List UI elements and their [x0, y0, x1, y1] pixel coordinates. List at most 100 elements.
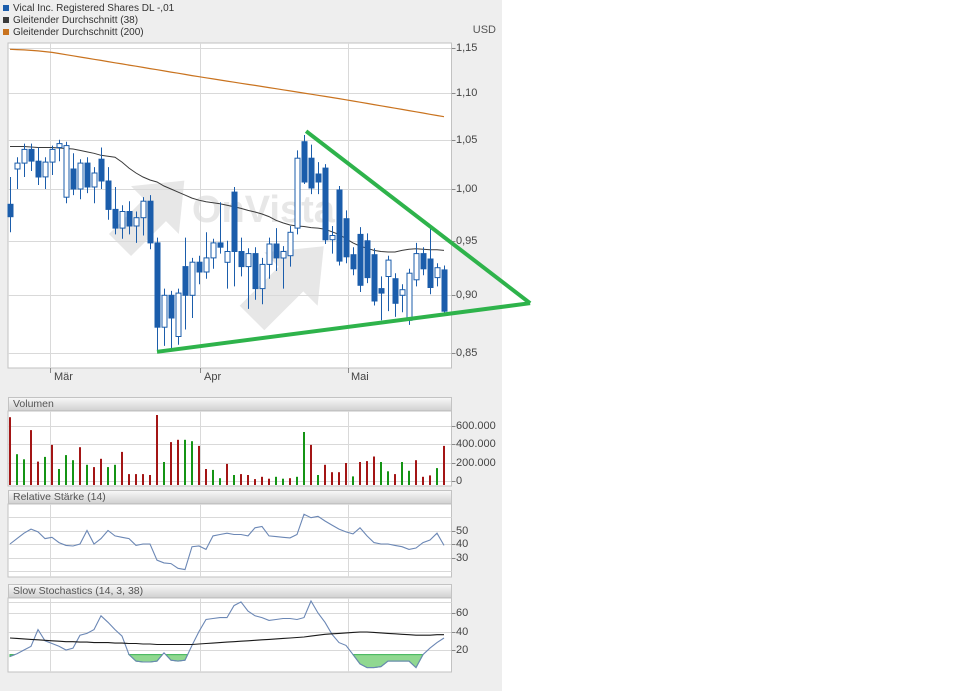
volume-bar [9, 417, 11, 485]
legend-label-ma38: Gleitender Durchschnitt (38) [13, 15, 138, 26]
candle-body [274, 244, 279, 258]
candle-body [365, 241, 370, 278]
candle-body [148, 201, 153, 243]
volume-bar [394, 474, 396, 485]
volume-bar [128, 474, 130, 485]
volume-bar [51, 445, 53, 485]
rsi-panel-header: Relative Stärke (14) [8, 490, 452, 504]
volume-bar [79, 447, 81, 485]
chart-application-page: OnVista Vical Inc. Registered Shares DL … [0, 0, 960, 691]
candle-body [22, 149, 27, 163]
volume-bar [387, 471, 389, 485]
chart-legend: Vical Inc. Registered Shares DL -,01 Gle… [3, 2, 174, 38]
volume-bar [380, 462, 382, 485]
candle-body [176, 293, 181, 336]
candle-body [15, 163, 20, 169]
candle-body [106, 181, 111, 209]
candle-body [309, 158, 314, 188]
y-axis-label: 400.000 [456, 438, 496, 451]
legend-item-price: Vical Inc. Registered Shares DL -,01 [3, 2, 174, 14]
volume-bar [107, 467, 109, 485]
volume-bar [219, 478, 221, 485]
candle-body [442, 270, 447, 311]
candle-body [57, 144, 62, 148]
volume-bar [37, 462, 39, 485]
volume-bar [233, 475, 235, 485]
volume-bar [317, 475, 319, 485]
volume-bar [16, 454, 18, 485]
volume-bar [289, 478, 291, 485]
volume-bar [275, 477, 277, 485]
y-axis-label: 600.000 [456, 420, 496, 433]
volume-bar [93, 467, 95, 485]
candle-body [113, 209, 118, 228]
candle-body [50, 149, 55, 162]
y-axis-label: 50 [456, 525, 468, 538]
candle-body [393, 279, 398, 304]
candle-body [246, 254, 251, 267]
candle-body [169, 295, 174, 318]
plot-area [8, 411, 452, 486]
y-axis-label: 1,00 [456, 183, 477, 196]
legend-label-price: Vical Inc. Registered Shares DL -,01 [13, 3, 174, 14]
volume-bar [359, 462, 361, 485]
volume-bar [212, 470, 214, 485]
candle-body [92, 173, 97, 187]
y-axis-label: 1,05 [456, 134, 477, 147]
candle-body [78, 163, 83, 189]
candle-body [295, 158, 300, 228]
candle-body [218, 243, 223, 247]
candle-body [302, 142, 307, 182]
candle-body [379, 289, 384, 294]
volume-bar [100, 459, 102, 485]
volume-bar [191, 441, 193, 485]
candle-body [358, 234, 363, 285]
candle-body [99, 159, 104, 181]
candle-body [253, 254, 258, 289]
volume-bar [198, 446, 200, 485]
x-axis-label-mai: Mai [351, 371, 369, 383]
candle-body [85, 163, 90, 187]
candle-body [64, 146, 69, 198]
candle-body [281, 252, 286, 259]
volume-bar [149, 475, 151, 485]
volume-bar [58, 469, 60, 485]
candle-body [127, 212, 132, 227]
volume-panel-header: Volumen [8, 397, 452, 411]
volume-bar [44, 457, 46, 485]
volume-bar [415, 460, 417, 485]
candle-body [323, 168, 328, 240]
volume-bar [310, 445, 312, 485]
volume-bar [156, 415, 158, 485]
volume-bar [142, 474, 144, 485]
y-axis-label: 40 [456, 538, 468, 551]
volume-bar [177, 440, 179, 485]
y-axis-label: 30 [456, 552, 468, 565]
candle-body [183, 267, 188, 296]
legend-swatch-ma38-icon [3, 17, 9, 23]
volume-bar [296, 477, 298, 485]
volume-bar [268, 479, 270, 485]
candle-body [134, 218, 139, 226]
volume-bar [205, 469, 207, 485]
candle-body [337, 190, 342, 261]
candle-body [260, 264, 265, 288]
volume-bar [86, 465, 88, 485]
volume-bar [114, 465, 116, 485]
volume-bar [338, 472, 340, 485]
y-axis-label: 40 [456, 626, 468, 639]
candle-body [29, 149, 34, 161]
volume-bar [331, 472, 333, 485]
volume-bar [121, 452, 123, 485]
candle-body [232, 192, 237, 251]
candle-body [421, 254, 426, 269]
y-axis-label: 60 [456, 607, 468, 620]
volume-bar [443, 446, 445, 485]
candle-body [43, 162, 48, 177]
candle-body [372, 255, 377, 301]
candle-body [344, 219, 349, 257]
x-axis-label-april: Apr [204, 371, 221, 383]
candle-body [211, 243, 216, 258]
candle-body [428, 259, 433, 288]
y-axis-label: 0,90 [456, 289, 477, 302]
